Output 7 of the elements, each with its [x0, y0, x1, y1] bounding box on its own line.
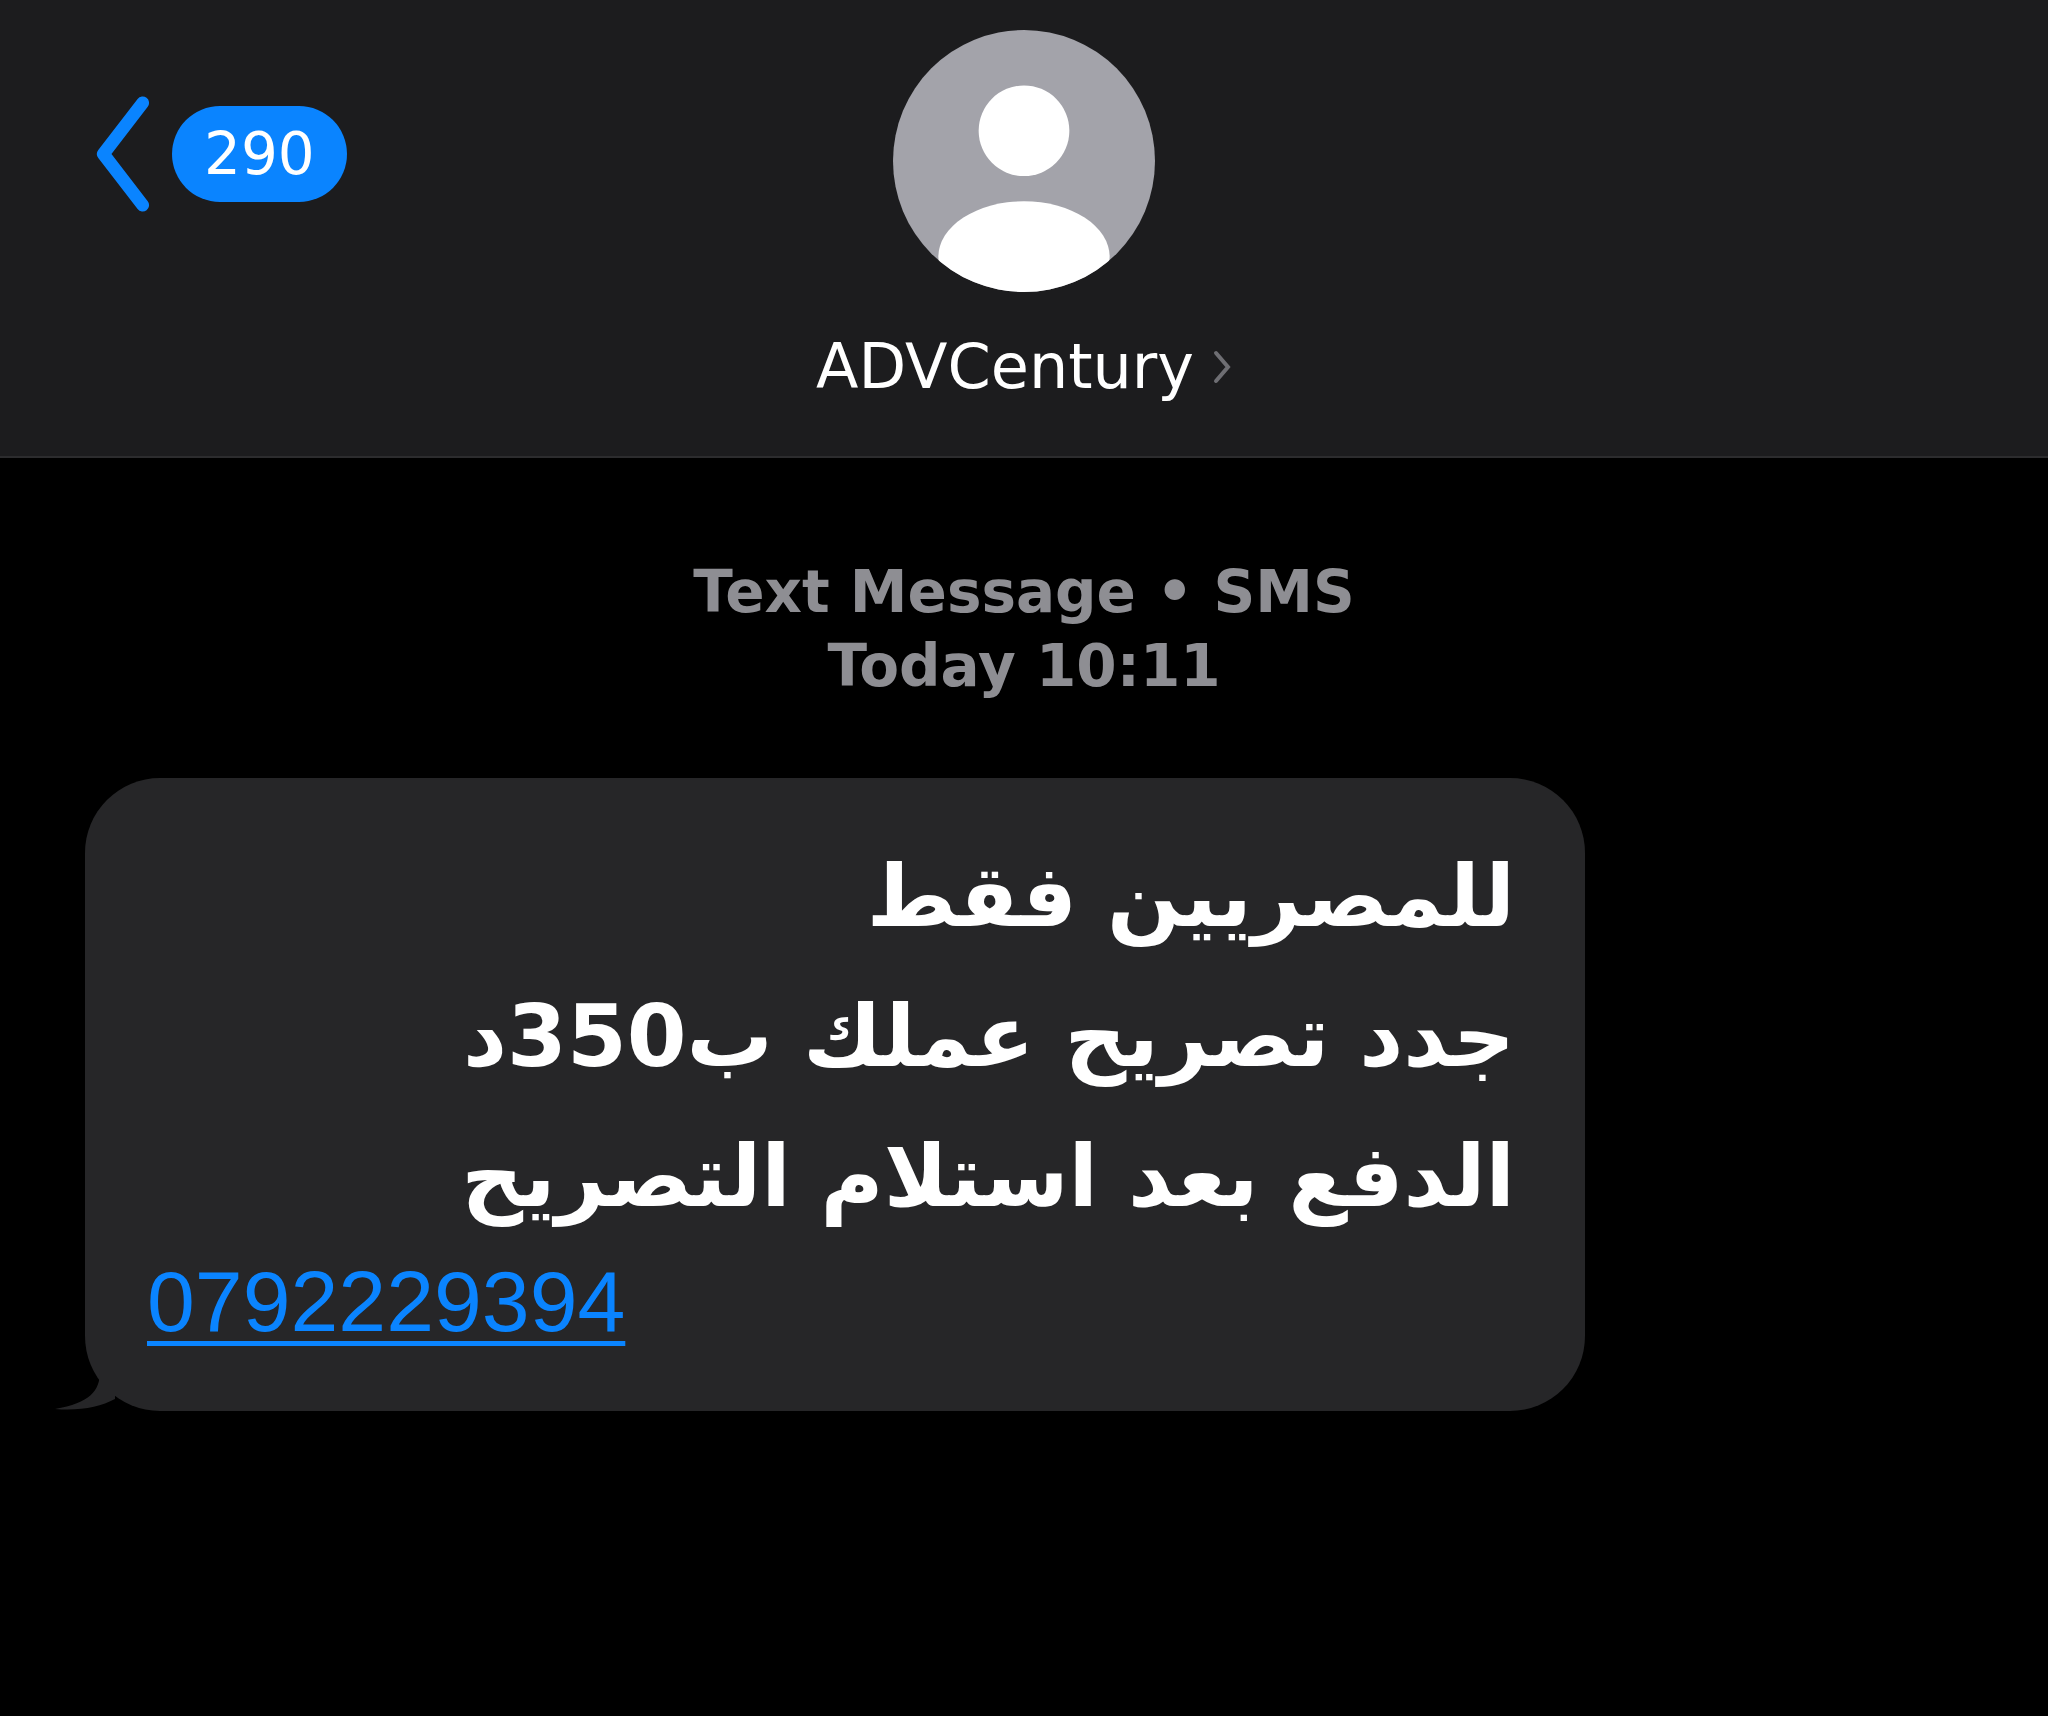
back-count-badge[interactable]: 290 — [172, 106, 347, 202]
message-timestamp: Today 10:11 — [827, 632, 1221, 700]
service-label: Text Message • SMS — [693, 558, 1355, 626]
message-text: للمصريين فقط جدد تصريح عملك ب350د الدفع بعد استلام التصريح — [460, 845, 1515, 1229]
avatar-icon[interactable] — [893, 30, 1155, 292]
phone-number-link[interactable]: 0792229394 — [147, 1252, 626, 1351]
contact-name[interactable]: ADVCentury — [816, 330, 1194, 403]
